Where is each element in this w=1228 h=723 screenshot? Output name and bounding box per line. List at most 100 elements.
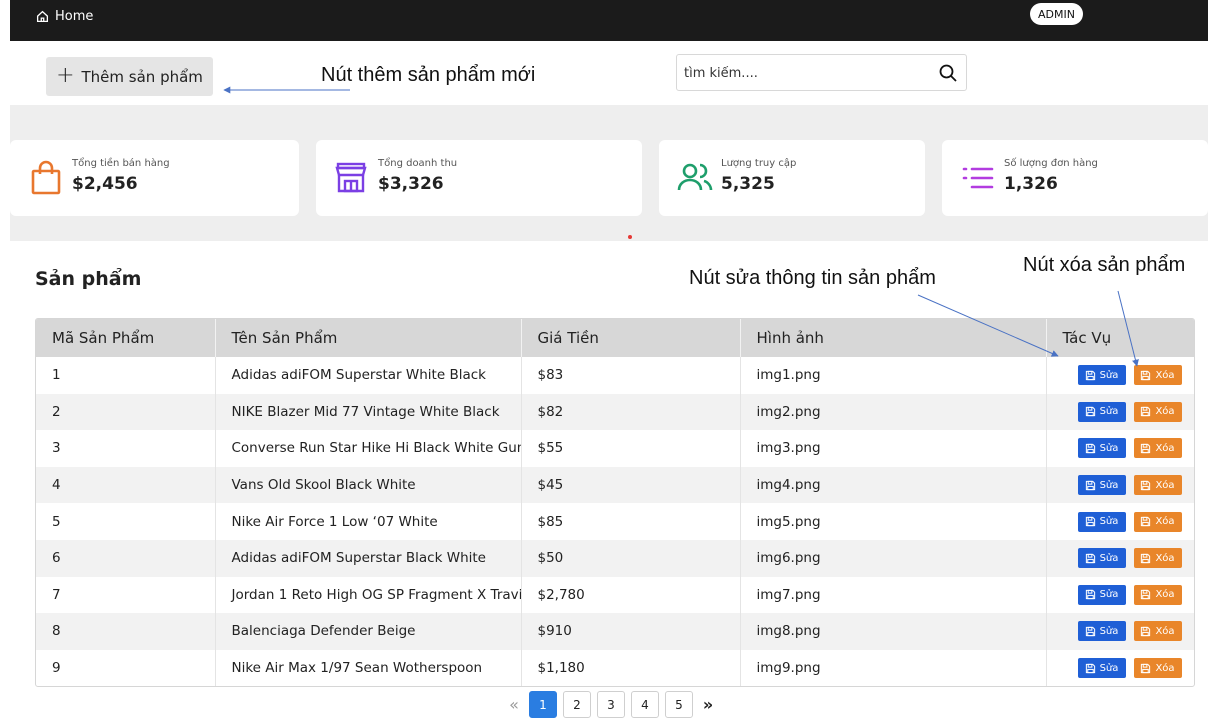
- cell-actions: Sửa Xóa: [1046, 650, 1194, 686]
- table-row: 5 Nike Air Force 1 Low ‘07 White $85 img5.p…: [36, 503, 1194, 540]
- cell-product-id: 7: [36, 576, 216, 614]
- edit-button-label: Sửa: [1099, 479, 1119, 491]
- cell-product-name: Vans Old Skool Black White: [215, 466, 522, 504]
- stat-card-orders: Số lượng đơn hàng 1,326: [942, 140, 1208, 216]
- cell-product-name: Adidas adiFOM Superstar Black White: [215, 539, 522, 577]
- edit-button-label: Sửa: [1099, 552, 1119, 564]
- save-icon: [1140, 443, 1151, 454]
- edit-button[interactable]: Sửa: [1077, 548, 1126, 569]
- stat-label: Lượng truy cập: [721, 158, 797, 169]
- stat-value: $2,456: [72, 174, 138, 194]
- table-row: 9 Nike Air Max 1/97 Sean Wotherspoon $1,18…: [36, 649, 1194, 686]
- cell-product-image: img2.png: [740, 393, 1047, 431]
- cell-product-price: $85: [521, 503, 741, 540]
- save-icon: [1085, 480, 1096, 491]
- cell-product-name: Jordan 1 Reto High OG SP Fragment X Trav…: [215, 576, 522, 614]
- edit-button[interactable]: Sửa: [1077, 511, 1126, 532]
- home-link[interactable]: Home: [36, 9, 93, 24]
- delete-button[interactable]: Xóa: [1133, 548, 1182, 569]
- delete-button[interactable]: Xóa: [1133, 475, 1182, 496]
- pagination-page[interactable]: 1: [529, 691, 557, 718]
- stat-card-total-sales: Tổng tiền bán hàng $2,456: [10, 140, 299, 216]
- pagination-page[interactable]: 5: [665, 691, 693, 718]
- cell-product-image: img9.png: [740, 649, 1047, 686]
- delete-button[interactable]: Xóa: [1133, 511, 1182, 532]
- delete-button[interactable]: Xóa: [1133, 658, 1182, 679]
- home-label: Home: [55, 9, 94, 24]
- cell-product-name: Balenciaga Defender Beige: [215, 613, 522, 650]
- cell-product-name: NIKE Blazer Mid 77 Vintage White Black: [215, 393, 522, 431]
- table-header-row: Mã Sản Phẩm Tên Sản Phẩm Giá Tiền Hình ả…: [36, 319, 1194, 357]
- edit-button[interactable]: Sửa: [1077, 658, 1126, 679]
- shopping-bag-icon: [31, 160, 61, 195]
- cell-product-image: img5.png: [740, 503, 1047, 540]
- stat-label: Số lượng đơn hàng: [1004, 158, 1098, 169]
- cell-product-price: $45: [521, 466, 741, 504]
- pagination: « 1 2 3 4 5 »: [505, 691, 717, 718]
- save-icon: [1085, 663, 1096, 674]
- cell-product-id: 5: [36, 503, 216, 540]
- column-header: Tên Sản Phẩm: [215, 319, 522, 357]
- delete-button[interactable]: Xóa: [1133, 621, 1182, 642]
- cell-product-name: Adidas adiFOM Superstar White Black: [215, 357, 522, 394]
- table-row: 6 Adidas adiFOM Superstar Black White $50 i…: [36, 539, 1194, 577]
- column-header: Hình ảnh: [740, 319, 1047, 357]
- delete-button[interactable]: Xóa: [1133, 438, 1182, 459]
- stat-value: 5,325: [721, 174, 775, 194]
- cell-actions: Sửa Xóa: [1046, 613, 1194, 650]
- delete-button[interactable]: Xóa: [1133, 365, 1182, 386]
- cell-actions: Sửa Xóa: [1046, 577, 1194, 614]
- edit-button[interactable]: Sửa: [1077, 438, 1126, 459]
- edit-button[interactable]: Sửa: [1077, 401, 1126, 422]
- table-row: 2 NIKE Blazer Mid 77 Vintage White Black $…: [36, 393, 1194, 431]
- pagination-prev[interactable]: «: [505, 691, 523, 718]
- save-icon: [1085, 370, 1096, 381]
- add-product-button[interactable]: + Thêm sản phẩm: [46, 57, 213, 96]
- search-icon[interactable]: [938, 63, 958, 83]
- list-icon: [962, 167, 994, 189]
- cell-product-image: img3.png: [740, 430, 1047, 467]
- admin-user-badge[interactable]: ADMIN: [1030, 3, 1083, 25]
- stat-label: Tổng tiền bán hàng: [72, 158, 170, 169]
- edit-button-label: Sửa: [1099, 589, 1119, 601]
- annotation-delete-button: Nút xóa sản phẩm: [1023, 254, 1186, 276]
- cell-product-id: 6: [36, 539, 216, 577]
- stat-card-revenue: Tổng doanh thu $3,326: [316, 140, 642, 216]
- delete-button[interactable]: Xóa: [1133, 401, 1182, 422]
- cell-actions: Sửa Xóa: [1046, 467, 1194, 504]
- cell-product-price: $82: [521, 393, 741, 431]
- cell-product-image: img4.png: [740, 466, 1047, 504]
- cell-actions: Sửa Xóa: [1046, 394, 1194, 431]
- annotation-edit-button: Nút sửa thông tin sản phẩm: [689, 267, 936, 289]
- pagination-next[interactable]: »: [699, 691, 717, 718]
- edit-button-label: Sửa: [1099, 662, 1119, 674]
- cell-product-id: 1: [36, 357, 216, 394]
- pagination-page[interactable]: 2: [563, 691, 591, 718]
- delete-button-label: Xóa: [1155, 369, 1175, 381]
- cell-product-id: 2: [36, 393, 216, 431]
- add-product-label: Thêm sản phẩm: [81, 67, 203, 86]
- plus-icon: +: [56, 62, 75, 88]
- store-icon: [335, 162, 367, 193]
- edit-button[interactable]: Sửa: [1077, 365, 1126, 386]
- annotation-add-button: Nút thêm sản phẩm mới: [321, 64, 536, 86]
- search-input[interactable]: [684, 63, 924, 83]
- edit-button[interactable]: Sửa: [1077, 475, 1126, 496]
- column-header: Tác Vụ: [1062, 329, 1112, 347]
- pagination-page[interactable]: 3: [597, 691, 625, 718]
- delete-button[interactable]: Xóa: [1133, 584, 1182, 605]
- save-icon: [1140, 516, 1151, 527]
- edit-button[interactable]: Sửa: [1077, 584, 1126, 605]
- pagination-page[interactable]: 4: [631, 691, 659, 718]
- save-icon: [1140, 626, 1151, 637]
- cell-actions: Sửa Xóa: [1046, 430, 1194, 467]
- cell-product-price: $50: [521, 539, 741, 577]
- save-icon: [1085, 443, 1096, 454]
- edit-button-label: Sửa: [1099, 369, 1119, 381]
- edit-button[interactable]: Sửa: [1077, 621, 1126, 642]
- save-icon: [1140, 589, 1151, 600]
- column-header: Mã Sản Phẩm: [36, 319, 216, 357]
- delete-button-label: Xóa: [1155, 442, 1175, 454]
- table-row: 1 Adidas adiFOM Superstar White Black $83 i…: [36, 357, 1194, 394]
- delete-button-label: Xóa: [1155, 552, 1175, 564]
